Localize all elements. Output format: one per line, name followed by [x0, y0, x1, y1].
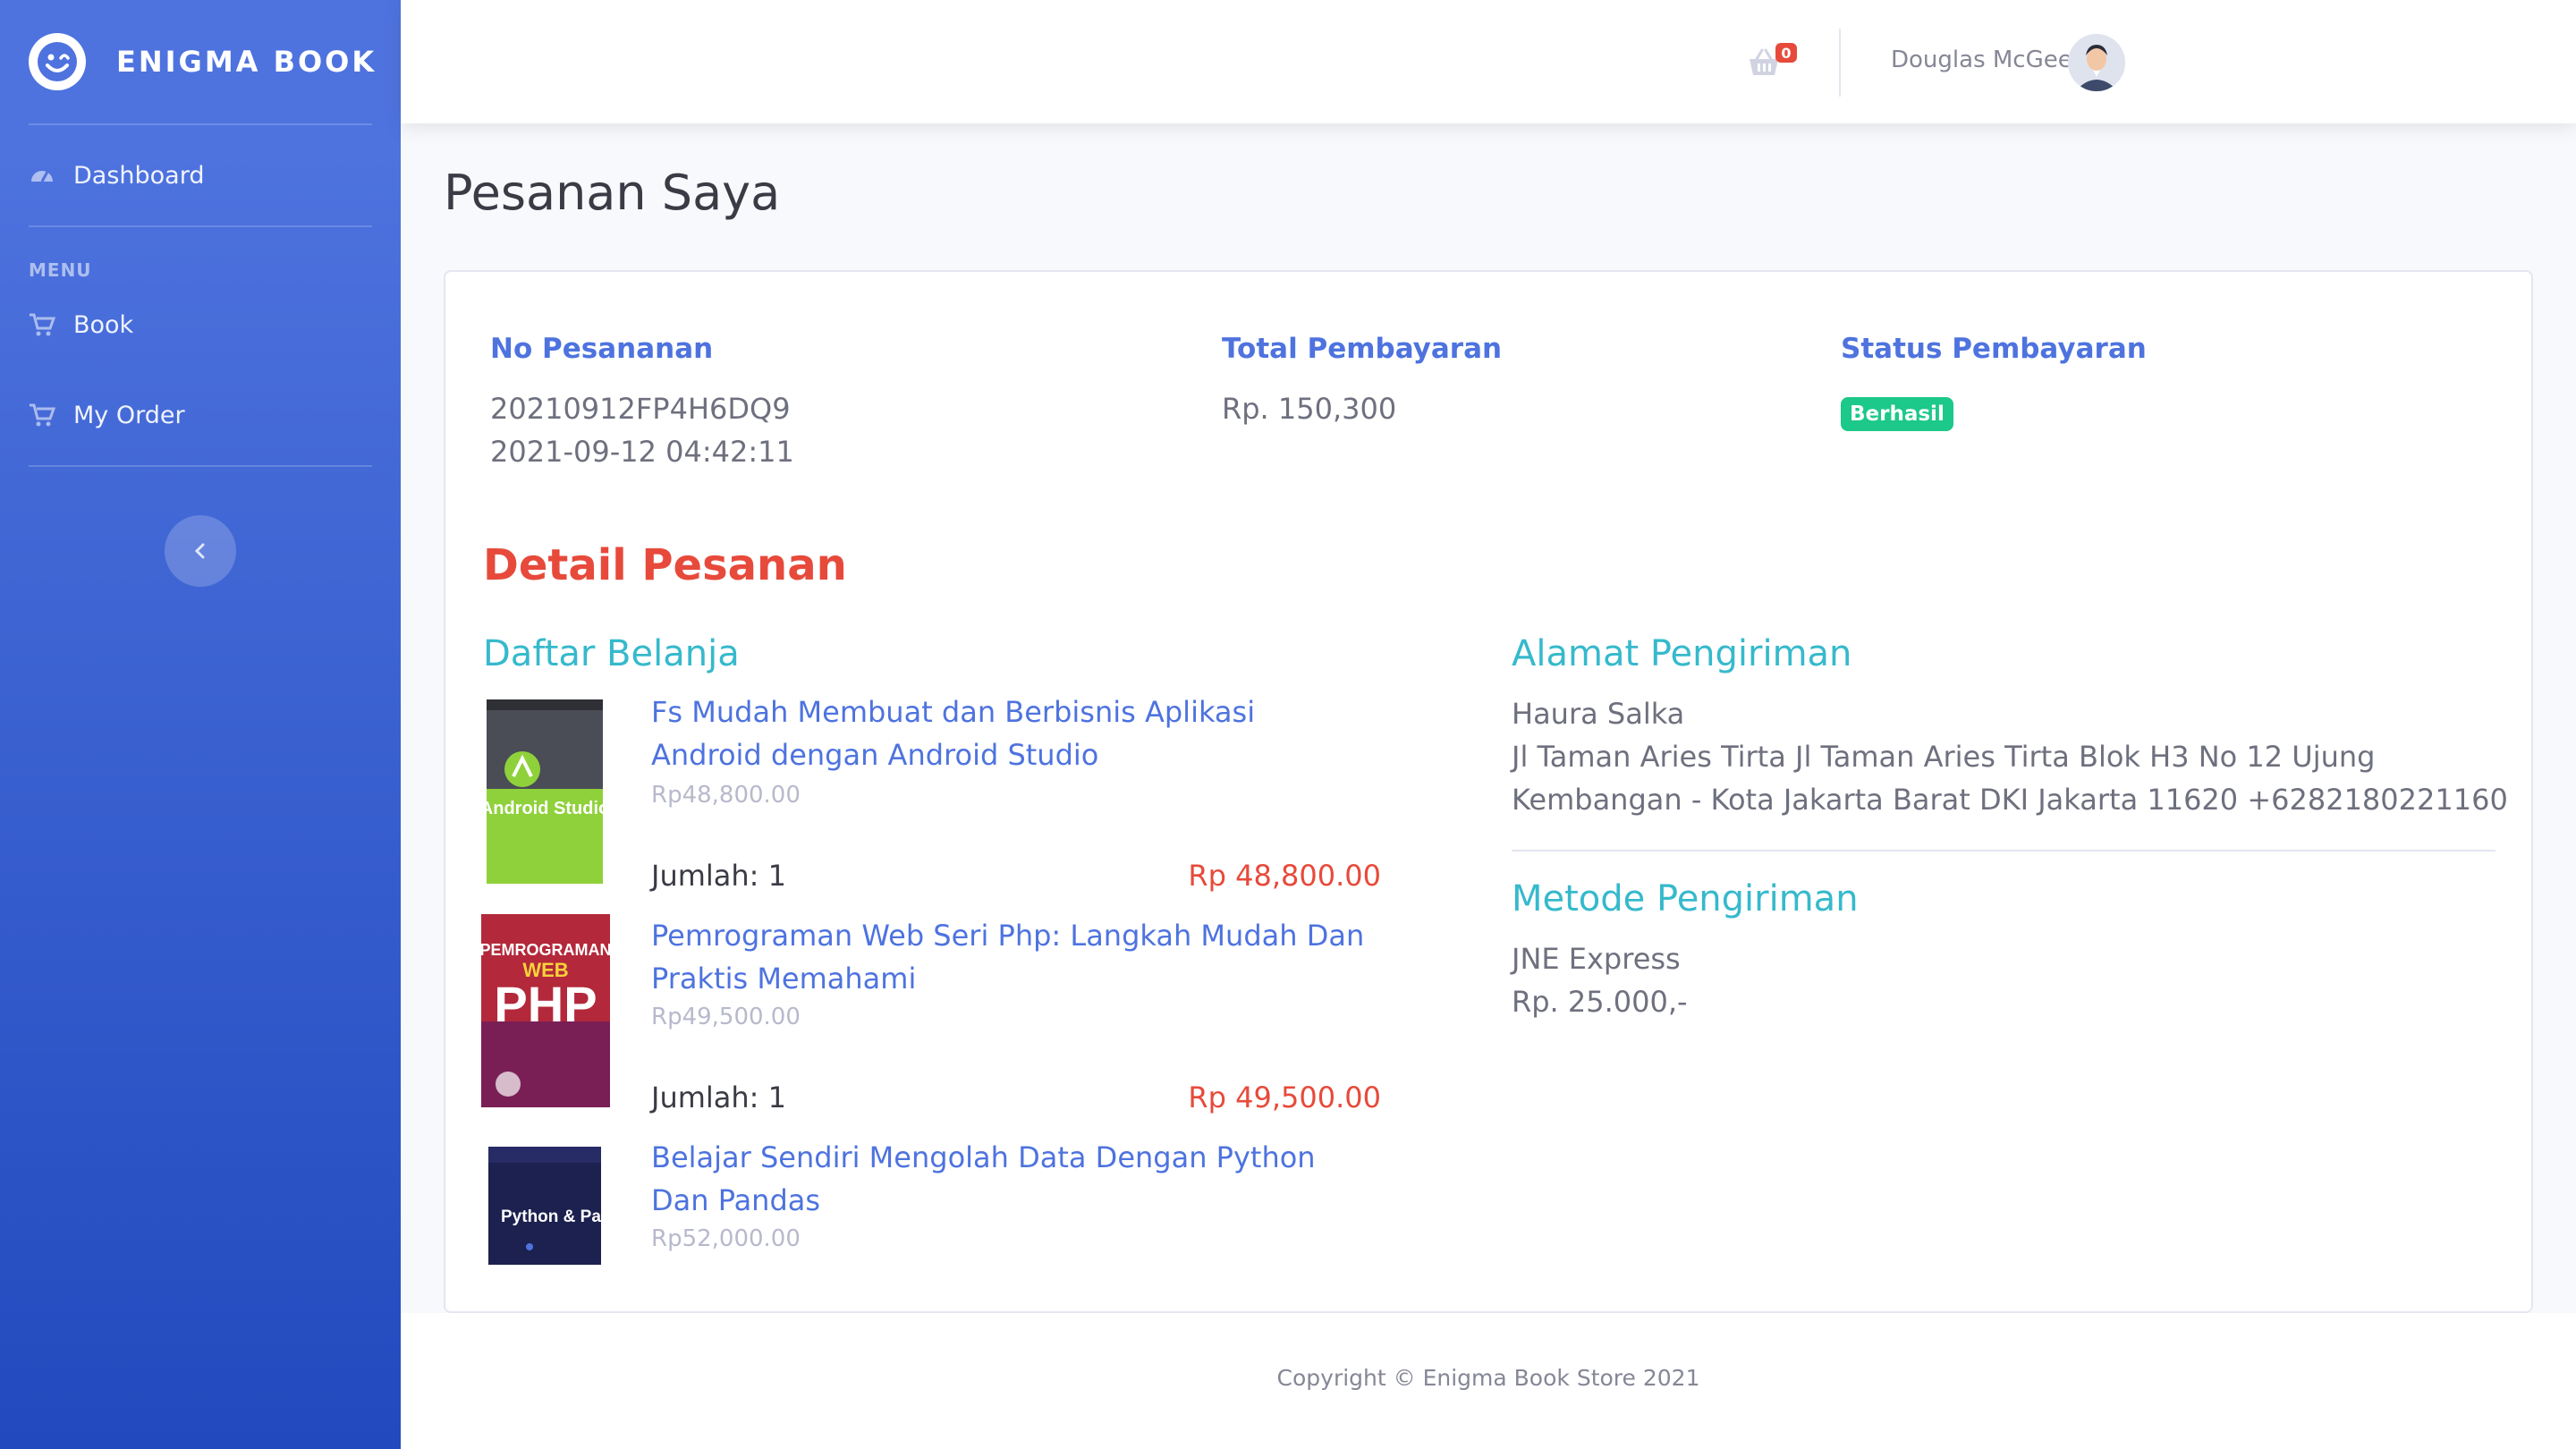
brand[interactable]: ENIGMA BOOK: [0, 0, 401, 123]
book-price: Rp52,000.00: [651, 1225, 801, 1252]
book-cover-image[interactable]: Android Studio: [487, 699, 603, 884]
book-title-link[interactable]: Fs Mudah Membuat dan Berbisnis Aplikasi …: [651, 691, 1367, 776]
book-subtotal: Rp 48,800.00: [1188, 859, 1381, 893]
sidebar-item-label: Book: [73, 310, 134, 339]
shipping-address: Jl Taman Aries Tirta Jl Taman Aries Tirt…: [1512, 740, 2508, 817]
total-payment-label: Total Pembayaran: [1222, 333, 1503, 365]
status-badge: Berhasil: [1841, 397, 1953, 431]
user-name[interactable]: Douglas McGee: [1891, 47, 2072, 73]
topbar-divider: [1839, 29, 1841, 97]
topbar: [401, 0, 2576, 123]
book-cover-text: PHP: [494, 976, 597, 1032]
book-quantity: Jumlah: 1: [651, 1080, 786, 1114]
brand-name: ENIGMA BOOK: [116, 45, 377, 79]
order-card: No Pesananan 20210912FP4H6DQ9 2021-09-12…: [444, 270, 2533, 1313]
order-date: 2021-09-12 04:42:11: [490, 435, 794, 469]
book-price: Rp48,800.00: [651, 782, 801, 809]
sidebar-item-book[interactable]: Book: [0, 284, 401, 365]
book-cover-text: Python & Pandas: [501, 1208, 601, 1226]
total-payment-value: Rp. 150,300: [1222, 392, 1397, 426]
sidebar-item-dashboard[interactable]: Dashboard: [0, 125, 401, 225]
footer: Copyright © Enigma Book Store 2021: [401, 1313, 2576, 1449]
order-detail-title: Detail Pesanan: [483, 540, 847, 590]
book-subtotal: Rp 49,500.00: [1188, 1080, 1381, 1114]
cart-count-badge: 0: [1775, 43, 1797, 63]
book-title-link[interactable]: Belajar Sendiri Mengolah Data Dengan Pyt…: [651, 1136, 1367, 1222]
book-cover-image[interactable]: Python & Pandas: [488, 1147, 601, 1265]
sidebar-divider: [29, 225, 372, 227]
book-title-link[interactable]: Pemrograman Web Seri Php: Langkah Mudah …: [651, 914, 1367, 1000]
copyright-text: Copyright © Enigma Book Store 2021: [1276, 1365, 1700, 1391]
sidebar-item-label: My Order: [73, 401, 185, 429]
book-price: Rp49,500.00: [651, 1004, 801, 1030]
sidebar-divider: [29, 465, 372, 467]
page-title: Pesanan Saya: [444, 165, 781, 221]
cart-icon: [29, 402, 55, 428]
cart-icon: [29, 311, 55, 338]
smile-wink-icon: [29, 33, 86, 90]
section-divider: [1512, 850, 2496, 852]
sidebar-heading: MENU: [29, 259, 92, 281]
chevron-left-icon: [194, 543, 205, 559]
sidebar: ENIGMA BOOK Dashboard MENU Book My Order: [0, 0, 401, 1449]
order-number: 20210912FP4H6DQ9: [490, 392, 791, 426]
sidebar-toggle-button[interactable]: [165, 515, 236, 587]
courier-name: JNE Express: [1512, 942, 1681, 976]
payment-status-label: Status Pembayaran: [1841, 333, 2147, 365]
book-quantity: Jumlah: 1: [651, 859, 786, 893]
shipping-address-title: Alamat Pengiriman: [1512, 633, 1852, 674]
avatar[interactable]: [2068, 34, 2125, 91]
shipping-cost: Rp. 25.000,-: [1512, 985, 1688, 1019]
svg-text:PEMROGRAMAN: PEMROGRAMAN: [481, 941, 610, 959]
book-cover-text: Android Studio: [487, 799, 603, 818]
sidebar-item-my-order[interactable]: My Order: [0, 365, 401, 465]
book-cover-image[interactable]: PEMROGRAMAN WEB PHP: [481, 914, 610, 1107]
tachometer-icon: [29, 162, 55, 189]
order-number-label: No Pesananan: [490, 333, 714, 365]
sidebar-item-label: Dashboard: [73, 161, 205, 190]
recipient-name: Haura Salka: [1512, 697, 1685, 731]
cart-list-title: Daftar Belanja: [483, 633, 740, 674]
shipping-method-title: Metode Pengiriman: [1512, 878, 1859, 919]
